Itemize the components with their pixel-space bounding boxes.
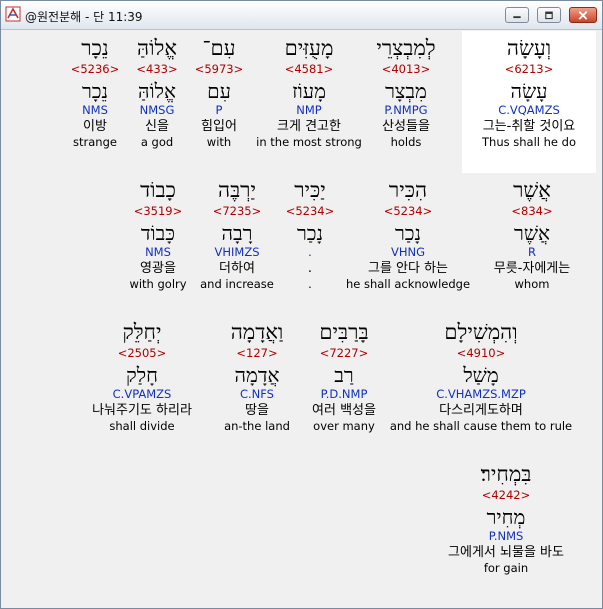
- strong-number: <834>: [511, 204, 553, 218]
- english-gloss: whom: [514, 277, 550, 291]
- window-title: @원전분해 - 단 11:39: [25, 10, 143, 24]
- korean-gloss: 이방: [83, 119, 107, 134]
- hebrew-word: יְחַלֵּק: [122, 320, 162, 344]
- english-gloss: Thus shall he do: [482, 135, 576, 149]
- lemma: אֲשֶׁר: [514, 221, 550, 245]
- strong-number: <3519>: [133, 204, 183, 218]
- korean-gloss: 다스리게도하며: [439, 403, 523, 418]
- lemma: נֵכָר: [81, 79, 109, 103]
- strong-number: <6213>: [504, 62, 554, 76]
- korean-gloss: 땅을: [245, 403, 269, 418]
- parsing-code: NMS: [145, 245, 171, 259]
- hebrew-word: וַאֲדָמָה: [230, 320, 284, 344]
- english-gloss: for gain: [483, 561, 529, 575]
- strong-number: <4910>: [456, 346, 506, 360]
- maximize-button[interactable]: [537, 7, 561, 23]
- hebrew-word: נֵכָר: [81, 36, 109, 60]
- korean-gloss: 그에게서 뇌물을 바도: [448, 545, 564, 560]
- korean-gloss: 영광을: [140, 261, 176, 276]
- word-block[interactable]: בִּמְחִיר׃ <4242> מְחִיר P.NMS 그에게서 뇌물을 …: [441, 461, 571, 576]
- lemma: אֲדָמָה: [234, 363, 280, 387]
- lemma: כָּבוֹד: [140, 221, 176, 245]
- parsing-code: P.NMS: [488, 529, 524, 543]
- app-icon: [5, 6, 21, 22]
- app-window: @원전분해 - 단 11:39 וְעָשָׂה <6213> עָשָׂה C…: [0, 0, 603, 609]
- lemma: מְחִיר: [486, 505, 526, 529]
- lemma: עָשָׂה: [510, 79, 548, 103]
- close-button[interactable]: [569, 7, 597, 23]
- english-gloss: an-the land: [224, 419, 290, 433]
- word-block[interactable]: יְחַלֵּק <2505> חָלַק C.VPAMZS 나눠주기도 하리라…: [77, 319, 207, 434]
- korean-gloss: 그는-취할 것이요: [482, 119, 576, 134]
- hebrew-word: אֲשֶׁר: [513, 178, 551, 202]
- english-gloss: shall divide: [109, 419, 175, 433]
- parsing-code: C.NFS: [239, 387, 274, 401]
- parsing-code: C.VQAMZS: [498, 103, 560, 117]
- strong-number: <5236>: [70, 62, 120, 76]
- korean-gloss: 나눠주기도 하리라: [92, 403, 192, 418]
- korean-gloss: 무릇-자에게는: [493, 261, 571, 276]
- parsing-code: NMS: [82, 103, 108, 117]
- hebrew-word: כָבוֹד: [140, 178, 176, 202]
- hebrew-word: בִּמְחִיר׃: [480, 462, 532, 486]
- analysis-panel: וְעָשָׂה <6213> עָשָׂה C.VQAMZS 그는-취할 것이…: [8, 31, 596, 601]
- lemma: מָשַׁל: [463, 363, 499, 387]
- hebrew-word: וְהִמְשִׁילָם: [444, 320, 518, 344]
- maximize-icon: [545, 11, 553, 20]
- word-block[interactable]: אֲשֶׁר <834> אֲשֶׁר R 무릇-자에게는 whom: [467, 177, 597, 292]
- title-bar[interactable]: @원전분해 - 단 11:39: [1, 1, 602, 30]
- parsing-code: R: [528, 245, 536, 259]
- hebrew-word: וְעָשָׂה: [506, 36, 552, 60]
- parsing-code: C.VPAMZS: [112, 387, 172, 401]
- minimize-button[interactable]: [505, 7, 529, 23]
- strong-number: <4242>: [481, 488, 531, 502]
- english-gloss: strange: [73, 135, 117, 149]
- parsing-code: C.VHAMZS.MZP: [436, 387, 526, 401]
- minimize-icon: [513, 16, 521, 19]
- word-block[interactable]: וְעָשָׂה <6213> עָשָׂה C.VQAMZS 그는-취할 것이…: [464, 35, 594, 150]
- close-icon: [578, 11, 588, 20]
- strong-number: <127>: [236, 346, 278, 360]
- english-gloss: with golry: [129, 277, 187, 291]
- word-block[interactable]: וְהִמְשִׁילָם <4910> מָשַׁל C.VHAMZS.MZP…: [381, 319, 581, 434]
- lemma: חָלַק: [126, 363, 158, 387]
- english-gloss: and he shall cause them to rule: [389, 419, 573, 433]
- word-block[interactable]: כָבוֹד <3519> כָּבוֹד NMS 영광을 with golry: [93, 177, 223, 292]
- word-block[interactable]: נֵכָר <5236> נֵכָר NMS 이방 strange: [30, 35, 160, 150]
- strong-number: <2505>: [117, 346, 167, 360]
- word-block[interactable]: וַאֲדָמָה <127> אֲדָמָה C.NFS 땅을 an-the …: [192, 319, 322, 434]
